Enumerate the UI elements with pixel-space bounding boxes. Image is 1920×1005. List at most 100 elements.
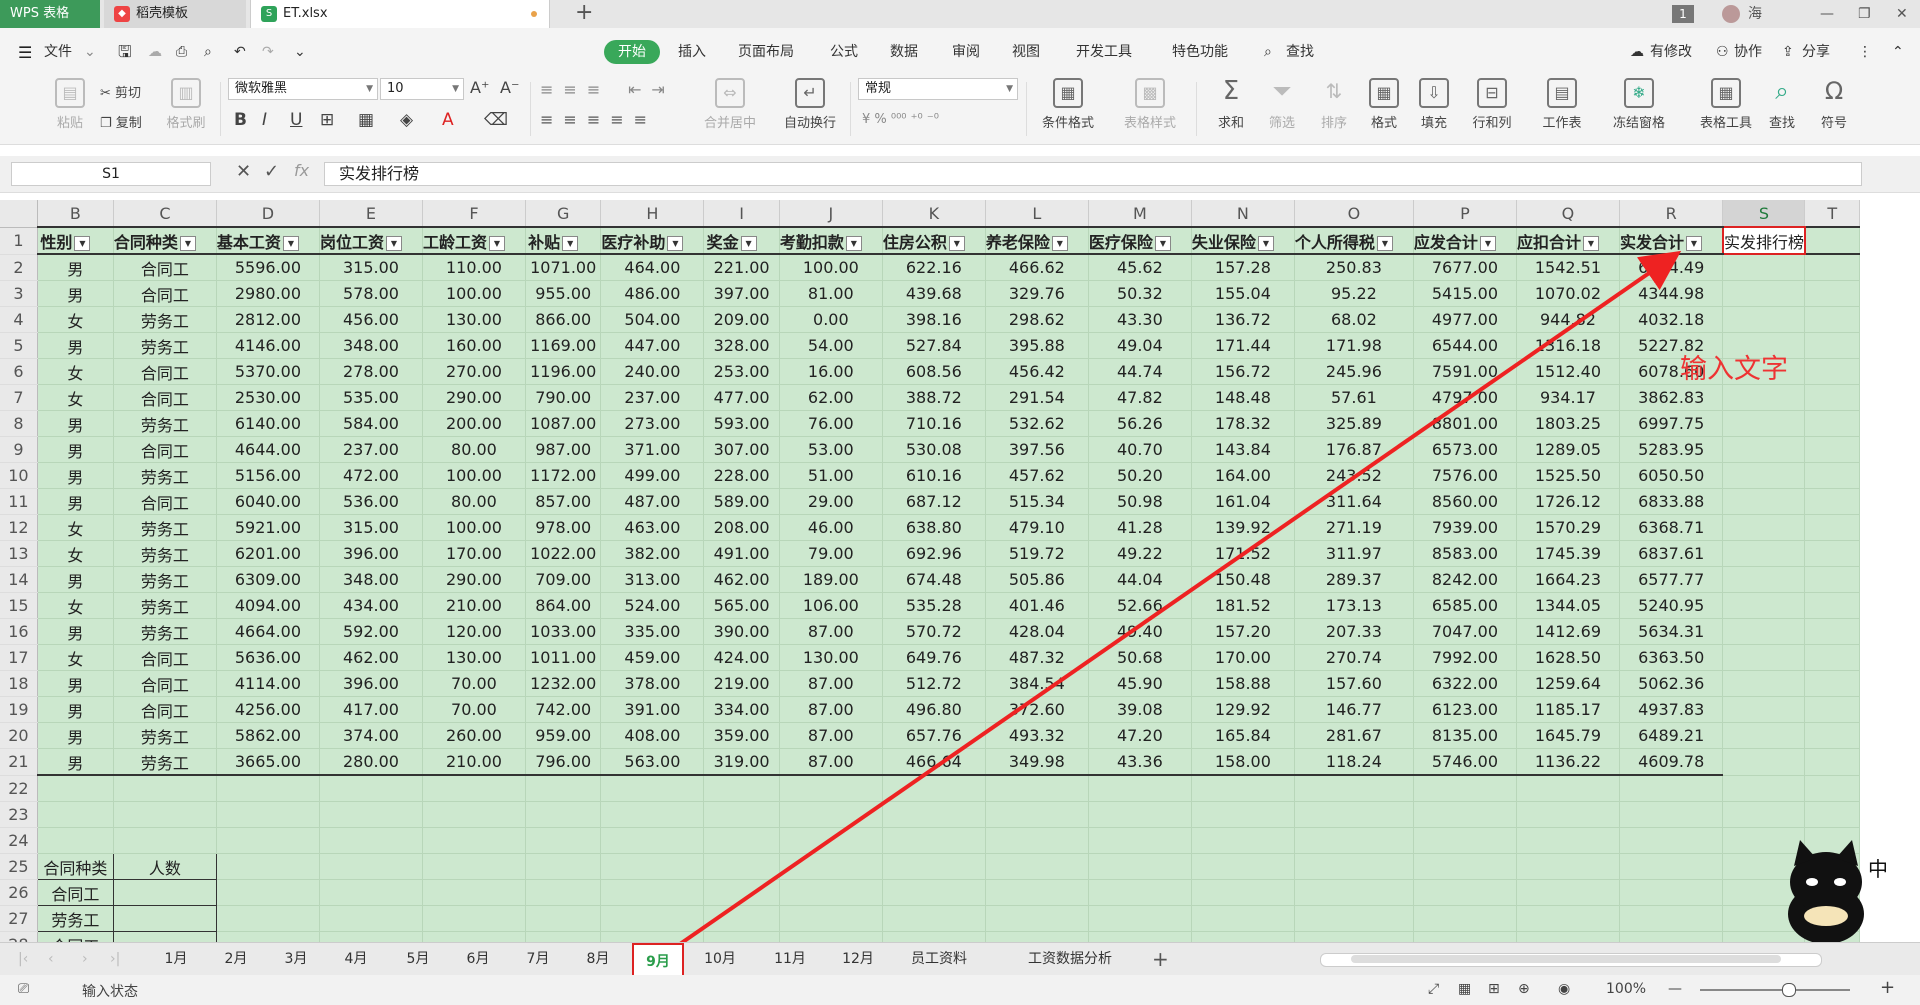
cell[interactable]: 563.00 (600, 748, 705, 776)
cell[interactable]: 270.00 (422, 358, 526, 385)
cell[interactable]: 男 (37, 566, 114, 593)
cell[interactable]: 298.62 (985, 306, 1089, 333)
cell[interactable]: 148.48 (1191, 384, 1295, 411)
cell[interactable]: 384.54 (985, 670, 1089, 697)
cell[interactable]: 6363.50 (1619, 644, 1724, 671)
cell[interactable]: 4256.00 (216, 696, 320, 723)
cell[interactable] (1722, 775, 1806, 802)
cell[interactable]: 4032.18 (1619, 306, 1724, 333)
collapse-ribbon-icon[interactable]: ⌃ (1892, 42, 1904, 62)
tab-wps-sheets[interactable]: WPS 表格 (0, 0, 100, 28)
cell[interactable]: 50.68 (1088, 644, 1192, 671)
cell[interactable]: 291.54 (985, 384, 1089, 411)
normal-view-icon[interactable]: ▦ (1458, 981, 1471, 997)
cell[interactable] (422, 905, 526, 932)
cell[interactable] (1191, 775, 1295, 802)
cell[interactable] (1088, 905, 1192, 932)
cell[interactable]: 44.74 (1088, 358, 1192, 385)
cell[interactable]: 171.52 (1191, 540, 1295, 567)
save-icon[interactable]: 🖫 (118, 42, 132, 62)
cell[interactable]: 608.56 (882, 358, 986, 385)
row-header[interactable]: 15 (0, 592, 38, 619)
cell[interactable]: 157.60 (1294, 670, 1414, 697)
cell[interactable]: 100.00 (422, 514, 526, 541)
cell[interactable]: 76.00 (779, 410, 883, 437)
cell[interactable]: 396.00 (319, 540, 423, 567)
cell[interactable] (1804, 488, 1860, 515)
cell[interactable]: 合同工 (113, 488, 217, 515)
cell[interactable]: 243.52 (1294, 462, 1414, 489)
cell[interactable] (882, 931, 986, 942)
cell[interactable] (1722, 280, 1806, 307)
cell[interactable] (703, 879, 780, 906)
cell[interactable] (216, 931, 320, 942)
cell[interactable]: 176.87 (1294, 436, 1414, 463)
tab-review[interactable]: 审阅 (952, 42, 980, 62)
cell[interactable] (1722, 436, 1806, 463)
header-cell[interactable]: 基本工资 ▼ (216, 226, 320, 255)
sheet-tab[interactable]: 12月 (828, 947, 888, 971)
row-header[interactable]: 28 (0, 931, 38, 942)
cell[interactable]: 208.00 (703, 514, 780, 541)
cell[interactable] (600, 931, 705, 942)
cell[interactable] (1516, 879, 1620, 906)
cell[interactable] (1619, 931, 1724, 942)
column-header-B[interactable]: B (37, 200, 114, 228)
cell[interactable] (1722, 722, 1806, 749)
cell[interactable]: 劳务工 (113, 306, 217, 333)
cell[interactable] (422, 853, 526, 880)
cell[interactable]: 4664.00 (216, 618, 320, 645)
share-button[interactable]: 分享 (1802, 42, 1830, 62)
cell[interactable] (985, 879, 1089, 906)
cell[interactable] (1619, 853, 1724, 880)
cell[interactable] (216, 905, 320, 932)
cell[interactable]: 479.10 (985, 514, 1089, 541)
cell[interactable]: 男 (37, 332, 114, 359)
cell[interactable] (216, 801, 320, 828)
cell[interactable]: 5370.00 (216, 358, 320, 385)
cell[interactable]: 4609.78 (1619, 748, 1724, 776)
column-header-S[interactable]: S (1722, 200, 1806, 228)
cell[interactable] (1619, 827, 1724, 854)
cell[interactable]: 790.00 (525, 384, 602, 411)
cell[interactable] (1413, 775, 1517, 802)
cell[interactable]: 130.00 (779, 644, 883, 671)
cell[interactable]: 742.00 (525, 696, 602, 723)
cell[interactable]: 158.88 (1191, 670, 1295, 697)
cell[interactable]: 374.00 (319, 722, 423, 749)
cell[interactable]: 136.72 (1191, 306, 1295, 333)
cell[interactable]: 男 (37, 748, 114, 776)
cell[interactable]: 47.82 (1088, 384, 1192, 411)
cell[interactable]: 463.00 (600, 514, 705, 541)
cell[interactable]: 472.00 (319, 462, 423, 489)
cell[interactable]: 271.19 (1294, 514, 1414, 541)
cell[interactable] (1722, 696, 1806, 723)
cell[interactable]: 49.22 (1088, 540, 1192, 567)
summary-cell[interactable]: 合同种类 (36, 853, 114, 880)
filter-dropdown-icon[interactable]: ▼ (385, 235, 402, 251)
summary-cell[interactable] (112, 905, 217, 932)
active-cell-s1[interactable]: 实发排行榜 (1721, 226, 1806, 255)
tab-page-layout[interactable]: 页面布局 (738, 42, 794, 62)
fill-color-icon[interactable]: ◈ (400, 110, 413, 130)
align-top-icons[interactable]: ≡≡≡ (540, 80, 610, 99)
cell[interactable]: 1512.40 (1516, 358, 1620, 385)
cell[interactable] (1722, 254, 1806, 281)
cell[interactable]: 1542.51 (1516, 254, 1620, 281)
cell[interactable] (882, 853, 986, 880)
cell[interactable]: 515.34 (985, 488, 1089, 515)
cell[interactable] (1619, 879, 1724, 906)
cell[interactable]: 335.00 (600, 618, 705, 645)
cell[interactable] (37, 801, 114, 828)
cell[interactable]: 397.56 (985, 436, 1089, 463)
cell[interactable] (1804, 722, 1860, 749)
cell[interactable]: 1070.02 (1516, 280, 1620, 307)
cell[interactable]: 劳务工 (113, 514, 217, 541)
filter-dropdown-icon[interactable]: ▼ (845, 235, 862, 251)
cell[interactable]: 8242.00 (1413, 566, 1517, 593)
cell[interactable]: 118.24 (1294, 748, 1414, 776)
cell[interactable]: 456.42 (985, 358, 1089, 385)
cell[interactable]: 221.00 (703, 254, 780, 281)
cell[interactable]: 81.00 (779, 280, 883, 307)
cell[interactable]: 6123.00 (1413, 696, 1517, 723)
